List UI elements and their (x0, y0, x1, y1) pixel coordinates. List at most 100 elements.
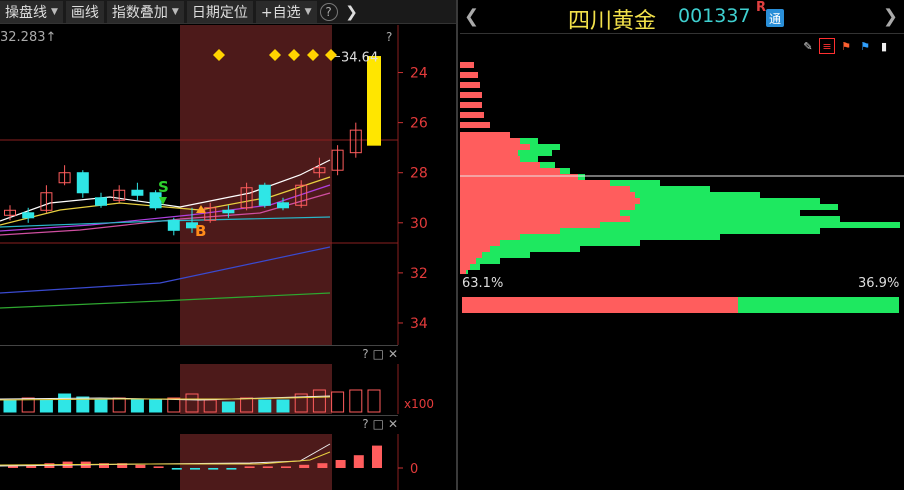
volume-panel-controls: ? □ ✕ (362, 347, 398, 361)
sell-signal-label: S (158, 178, 169, 196)
candle-body (131, 189, 144, 196)
chart-help-icon[interactable]: ? (386, 30, 392, 44)
chip-bar-profit (460, 62, 474, 68)
chip-bar-profit (460, 72, 478, 78)
volume-panel-header: ? □ ✕ (0, 345, 398, 363)
chip-bar-profit (460, 216, 630, 222)
toolbar-index-overlay-dropdown[interactable]: 指数叠加 ▼ (106, 0, 184, 23)
help-icon[interactable]: ? (319, 2, 338, 21)
highlight-zone (180, 364, 332, 414)
collapse-icon[interactable]: ❯ (342, 2, 362, 22)
chip-bar-profit (460, 228, 560, 234)
candle-body (22, 212, 35, 219)
macd-bar (244, 466, 255, 468)
volume-bar (349, 389, 363, 413)
caret-down-icon: ▼ (304, 6, 312, 17)
stock-name: 四川黄金 (568, 9, 657, 34)
loss-percentage: 36.9% (858, 276, 900, 291)
volume-bar (276, 399, 290, 413)
close-icon[interactable]: ✕ (388, 347, 398, 361)
max-price-label: 34.64 (341, 51, 378, 66)
chip-bar-profit (460, 198, 640, 204)
highlight-zone (180, 434, 332, 490)
volume-bar (221, 401, 235, 413)
toolbar-label: 指数叠加 (111, 4, 168, 21)
chip-bar-profit (460, 210, 620, 216)
macd-bar (262, 466, 273, 468)
volume-scale-label: x100 (404, 397, 434, 411)
y-tick-label: 34 (410, 316, 428, 332)
price-reference-label: 32.283↑ (0, 30, 57, 45)
chip-bar-profit (460, 122, 490, 128)
toolbar-label: 画线 (70, 4, 99, 21)
chip-bar-profit (460, 138, 520, 144)
volume-bar (331, 391, 345, 413)
toolbar-date-locate-button[interactable]: 日期定位 (186, 0, 253, 23)
caret-down-icon: ▼ (51, 6, 58, 17)
chip-bar-profit (460, 150, 518, 156)
y-tick-label: 26 (410, 116, 428, 132)
toolbar-operating-line-dropdown[interactable]: 操盘线 ▼ (0, 0, 63, 23)
chip-bar-profit (460, 240, 500, 246)
prev-stock-icon[interactable]: ❮ (464, 6, 479, 27)
toolbar-add-watchlist-dropdown[interactable]: +自选 ▼ (255, 0, 317, 23)
chip-bar-profit (460, 156, 520, 162)
candle-body (222, 209, 235, 214)
chip-bar-profit (460, 264, 470, 270)
macd-bar (153, 466, 164, 468)
chip-bar-profit (460, 82, 480, 88)
chip-bar-profit (460, 168, 560, 174)
macd-bar (317, 463, 328, 468)
maximize-icon[interactable]: □ (373, 417, 384, 431)
candle-body (277, 202, 289, 209)
panel-divider[interactable] (456, 0, 458, 490)
toolbar-label: 操盘线 (5, 4, 47, 21)
macd-bar (226, 468, 237, 470)
help-icon[interactable]: ? (362, 347, 368, 361)
candle-body (76, 172, 89, 194)
loss-ratio-fill (737, 297, 899, 313)
chart-toolbar: 操盘线 ▼ 画线 指数叠加 ▼ 日期定位 +自选 ▼ ? ❯ (0, 0, 456, 24)
help-icon[interactable]: ? (362, 417, 368, 431)
connect-badge: 通 (766, 9, 784, 27)
volume-bar (58, 393, 72, 413)
toolbar-label: 日期定位 (191, 4, 248, 21)
indicator-panel-controls: ? □ ✕ (362, 417, 398, 431)
chip-distribution-chart[interactable] (460, 52, 904, 274)
chip-bar-profit (460, 270, 466, 274)
macd-bar (208, 468, 219, 470)
chip-bar-profit (460, 252, 482, 258)
y-tick-label: 28 (410, 166, 428, 182)
next-stock-icon[interactable]: ❯ (883, 6, 898, 27)
candle-body (167, 219, 180, 231)
toolbar-draw-line-button[interactable]: 画线 (65, 0, 104, 23)
volume-bar (94, 399, 108, 413)
volume-chart[interactable]: x100 (0, 364, 456, 414)
profit-percentage: 63.1% (462, 276, 504, 291)
chip-bar-profit (460, 102, 482, 108)
macd-bar (190, 468, 200, 470)
chip-bar-profit (460, 162, 540, 168)
y-tick-label: 24 (410, 66, 428, 82)
macd-zero-label: 0 (410, 462, 418, 477)
macd-bar (135, 464, 146, 468)
volume-bar (258, 399, 272, 413)
close-icon[interactable]: ✕ (388, 417, 398, 431)
chip-bar-profit (460, 132, 510, 138)
r-badge: R (756, 0, 767, 15)
chip-bar-profit (460, 112, 484, 118)
chip-bar-profit (460, 186, 630, 192)
volume-bar (167, 397, 181, 413)
candle-body (258, 184, 271, 206)
y-tick-label: 30 (410, 216, 428, 232)
indicator-chart[interactable]: 0 (0, 434, 456, 490)
macd-bar (372, 445, 382, 468)
candle-body (95, 197, 107, 206)
stock-code: 001337 (678, 5, 751, 27)
maximize-icon[interactable]: □ (373, 347, 384, 361)
macd-bar (171, 468, 182, 470)
candlestick-chart[interactable]: 34 32 30 28 26 24 34.64 S B (0, 25, 456, 345)
chip-bar-profit (460, 144, 530, 150)
macd-bar (335, 460, 346, 468)
macd-bar (353, 455, 364, 468)
